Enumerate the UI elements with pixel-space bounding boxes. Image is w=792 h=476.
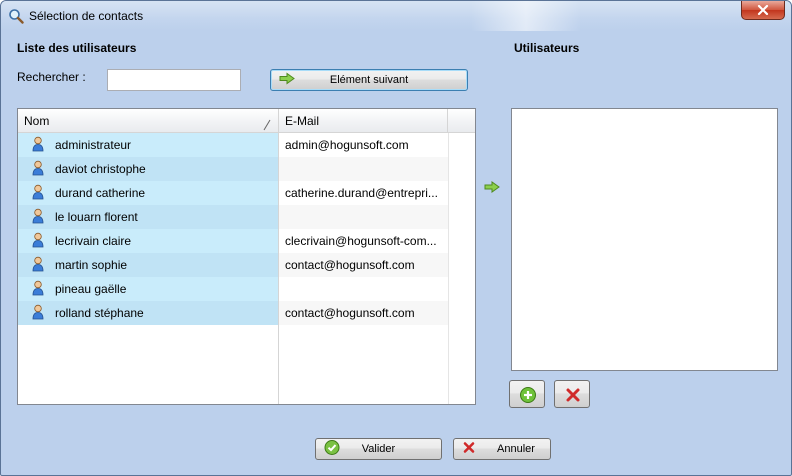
cell-email xyxy=(279,157,448,181)
contacts-dialog: Sélection de contacts Liste des utilisat… xyxy=(0,0,792,476)
user-name: administrateur xyxy=(55,138,132,152)
cell-name: rolland stéphane xyxy=(18,301,278,325)
user-icon xyxy=(32,208,44,229)
close-icon xyxy=(757,5,769,15)
user-icon xyxy=(32,232,44,253)
column-header-name[interactable]: Nom xyxy=(18,109,279,133)
user-name: rolland stéphane xyxy=(55,306,144,320)
grid-rows: administrateur admin@hogunsoft.com daviot … xyxy=(18,133,475,404)
validate-button[interactable]: Valider xyxy=(315,438,442,460)
cancel-button[interactable]: Annuler xyxy=(453,438,551,460)
cell-email: clecrivain@hogunsoft-com... xyxy=(285,234,437,248)
next-element-label: Elément suivant xyxy=(329,74,409,86)
plus-circle-icon xyxy=(520,387,536,403)
user-icon xyxy=(32,184,44,205)
user-icon xyxy=(32,136,44,157)
cell-email: admin@hogunsoft.com xyxy=(285,138,409,152)
cell-name: le louarn florent xyxy=(18,205,278,229)
dialog-client: Liste des utilisateurs Rechercher : Elém… xyxy=(7,31,785,471)
add-user-button[interactable] xyxy=(509,380,545,408)
cell-name: martin sophie xyxy=(18,253,278,277)
search-input[interactable] xyxy=(107,69,241,91)
cell-name: daviot christophe xyxy=(18,157,278,181)
remove-user-button[interactable] xyxy=(554,380,590,408)
table-row[interactable]: pineau gaëlle xyxy=(18,277,448,301)
next-element-button[interactable]: Elément suivant xyxy=(270,69,468,91)
cancel-label: Annuler xyxy=(497,443,535,455)
table-row[interactable]: daviot christophe xyxy=(18,157,448,181)
cell-name: lecrivain claire xyxy=(18,229,278,253)
user-name: daviot christophe xyxy=(55,162,146,176)
table-row[interactable]: lecrivain claire clecrivain@hogunsoft-com… xyxy=(18,229,448,253)
cell-email: catherine.durand@entrepri... xyxy=(285,186,438,200)
cell-email: contact@hogunsoft.com xyxy=(279,301,448,325)
user-name: le louarn florent xyxy=(55,210,138,224)
cell-name: durand catherine xyxy=(18,181,278,205)
window-title: Sélection de contacts xyxy=(29,9,144,23)
user-icon xyxy=(32,160,44,181)
cell-name: pineau gaëlle xyxy=(18,277,278,301)
add-to-selection-arrow-icon xyxy=(484,181,500,196)
title-bar[interactable]: Sélection de contacts xyxy=(1,1,791,31)
users-list-title: Liste des utilisateurs xyxy=(17,41,137,55)
table-row[interactable]: administrateur admin@hogunsoft.com xyxy=(18,133,448,157)
user-name: martin sophie xyxy=(55,258,128,272)
table-row[interactable]: le louarn florent xyxy=(18,205,448,229)
table-row[interactable]: martin sophie contact@hogunsoft.com xyxy=(18,253,448,277)
cell-email: contact@hogunsoft.com xyxy=(279,253,448,277)
table-row[interactable]: durand catherine catherine.durand@entrepr… xyxy=(18,181,448,205)
cell-name: administrateur xyxy=(18,133,278,157)
user-name: durand catherine xyxy=(55,186,146,200)
column-header-email[interactable]: E-Mail xyxy=(279,109,448,133)
cell-email xyxy=(279,205,448,229)
selected-users-list[interactable] xyxy=(511,108,778,371)
delete-cross-icon xyxy=(566,388,580,402)
user-name: lecrivain claire xyxy=(55,234,132,248)
user-name: pineau gaëlle xyxy=(55,282,127,296)
user-icon xyxy=(32,304,44,325)
search-label: Rechercher : xyxy=(17,70,86,84)
close-button[interactable] xyxy=(741,1,785,20)
cell-email xyxy=(279,277,448,301)
selected-users-title: Utilisateurs xyxy=(514,41,580,55)
table-row[interactable]: rolland stéphane contact@hogunsoft.com xyxy=(18,301,448,325)
validate-label: Valider xyxy=(361,443,396,455)
grid-header: Nom E-Mail xyxy=(18,109,475,133)
user-icon xyxy=(32,256,44,277)
users-grid: Nom E-Mail administrateur admin@hogunsoft… xyxy=(17,108,476,405)
magnifier-icon xyxy=(8,8,24,24)
user-icon xyxy=(32,280,44,301)
